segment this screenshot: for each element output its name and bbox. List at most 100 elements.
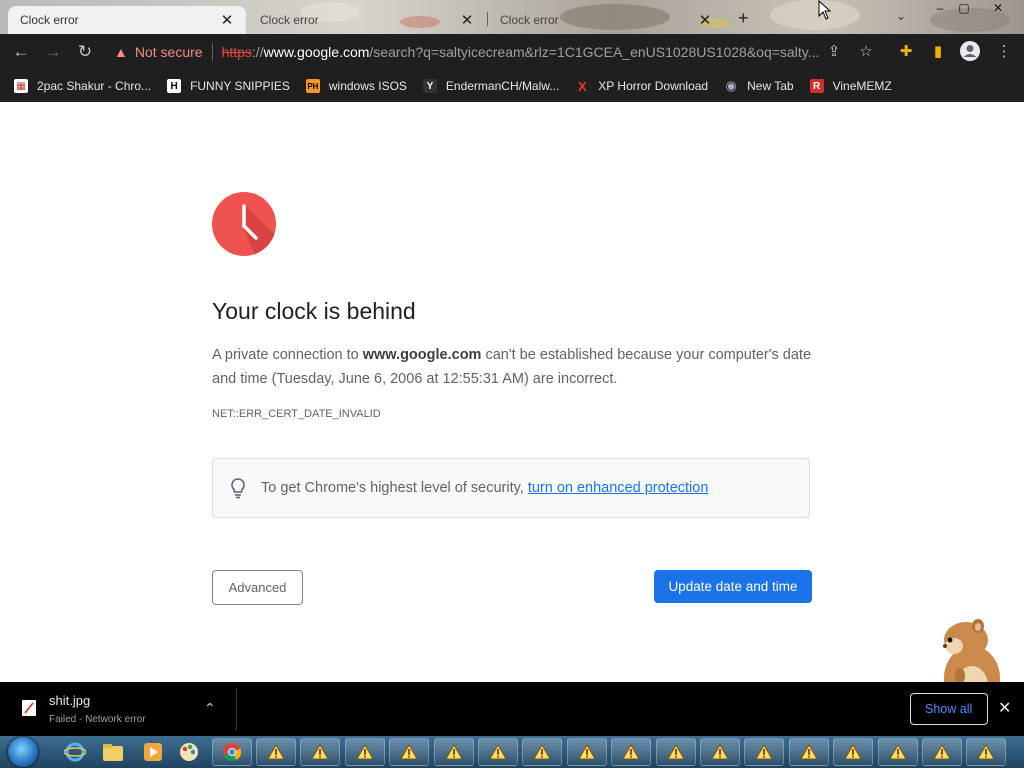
lightbulb-icon [231, 478, 245, 499]
taskbar-warning-window-icon[interactable] [300, 738, 341, 766]
taskbar-warning-window-icon[interactable] [433, 738, 474, 766]
explorer-icon[interactable] [100, 739, 126, 765]
bookmark-label: 2pac Shakur - Chro... [37, 79, 152, 93]
bookmark-label: New Tab [747, 79, 794, 93]
tab-close-icon[interactable]: ✕ [220, 11, 234, 29]
tab-clock-error-3[interactable]: Clock error ✕ [488, 6, 724, 34]
error-description: A private connection to www.google.com c… [212, 343, 812, 391]
windows-taskbar [0, 736, 1024, 768]
bookmark-endermanch[interactable]: Y EndermanCH/Malw... [422, 79, 560, 93]
bookmark-favicon-icon: R [809, 79, 824, 93]
bookmark-label: FUNNY SNIPPIES [190, 79, 290, 93]
taskbar-warning-window-icon[interactable] [788, 738, 829, 766]
reload-icon[interactable]: ↻ [74, 42, 96, 64]
bookmarks-bar: ▦ 2pac Shakur - Chro... H FUNNY SNIPPIES… [0, 70, 1024, 102]
tab-clock-error-1[interactable]: Clock error ✕ [8, 6, 246, 34]
taskbar-warning-window-icon[interactable] [566, 738, 607, 766]
bookmark-label: VineMEMZ [832, 79, 892, 93]
taskbar-warning-window-icon[interactable] [344, 738, 385, 766]
enhanced-protection-link[interactable]: turn on enhanced protection [528, 480, 709, 496]
start-button-icon[interactable] [8, 737, 38, 767]
taskbar-warning-window-icon[interactable] [833, 738, 874, 766]
update-date-time-button[interactable]: Update date and time [654, 570, 812, 603]
maximize-icon[interactable]: ▢ [952, 0, 976, 16]
error-page: Your clock is behind A private connectio… [0, 102, 1024, 712]
share-icon[interactable]: ⇪ [824, 42, 844, 62]
forward-icon[interactable]: → [42, 42, 64, 64]
back-icon[interactable]: ← [10, 42, 32, 64]
minimize-icon[interactable]: ‒ [928, 0, 952, 16]
taskbar-warning-window-icon[interactable] [389, 738, 430, 766]
tab-close-icon[interactable]: ✕ [460, 11, 474, 29]
desc-host: www.google.com [362, 347, 482, 363]
taskbar-warning-window-icon[interactable] [922, 738, 962, 766]
close-download-shelf-icon[interactable]: ✕ [998, 698, 1011, 718]
taskbar-warning-window-icon[interactable] [655, 738, 696, 766]
window-close-icon[interactable]: ✕ [986, 0, 1010, 16]
clock-icon [212, 192, 276, 256]
tab-clock-error-2[interactable]: Clock error ✕ [248, 6, 486, 34]
taskbar-warning-window-icon[interactable] [744, 738, 785, 766]
show-all-button[interactable]: Show all [910, 693, 988, 725]
bookmark-xp-horror[interactable]: X XP Horror Download [575, 78, 709, 94]
bookmark-new-tab[interactable]: ◉ New Tab [724, 78, 794, 93]
paint-icon[interactable] [176, 739, 202, 765]
bookmark-favicon-icon: H [167, 79, 182, 93]
taskbar-warning-window-icon[interactable] [877, 738, 918, 766]
mouse-cursor-icon [818, 0, 832, 20]
browser-toolbar: ← → ↻ ▲ Not secure https://www.google.co… [0, 34, 1024, 70]
download-filename[interactable]: shit.jpg [49, 693, 90, 708]
url-host: www.google.com [263, 44, 370, 60]
url-path: /search?q=saltyicecream&rlz=1C1GCEA_enUS… [369, 44, 820, 60]
tab-search-icon[interactable]: ⌄ [896, 9, 906, 23]
tab-title: Clock error [260, 13, 319, 27]
tip-text: To get Chrome's highest level of securit… [261, 480, 524, 496]
desc-prefix: A private connection to [212, 347, 363, 363]
enhanced-protection-tip: To get Chrome's highest level of securit… [212, 458, 810, 518]
download-divider [236, 688, 237, 730]
bookmark-favicon-icon: ▦ [14, 79, 28, 93]
bookmark-favicon-icon: X [577, 78, 587, 94]
taskbar-warning-window-icon[interactable] [611, 738, 652, 766]
extensions-icon[interactable]: ✚ [896, 42, 916, 62]
profile-avatar-icon[interactable] [959, 40, 981, 62]
taskbar-warning-window-icon[interactable] [478, 738, 518, 766]
omnibox-divider [211, 43, 213, 61]
bookmark-favicon-icon: ◉ [725, 78, 737, 93]
bookmark-vinememz[interactable]: R VineMEMZ [809, 79, 892, 93]
tab-close-icon[interactable]: ✕ [698, 11, 712, 29]
taskbar-warning-window-icon[interactable] [522, 738, 563, 766]
download-shelf: shit.jpg Failed - Network error ⌃ Show a… [0, 682, 1024, 736]
side-panel-icon[interactable]: ▮ [928, 42, 948, 62]
ie-icon[interactable] [62, 739, 88, 765]
bookmark-windows-isos[interactable]: PH windows ISOS [305, 79, 407, 93]
bookmark-favicon-icon: PH [305, 79, 320, 93]
bookmark-star-icon[interactable]: ☆ [856, 42, 876, 62]
taskbar-warning-window-icon[interactable] [700, 738, 740, 766]
download-status: Failed - Network error [49, 714, 146, 725]
page-title: Your clock is behind [212, 298, 416, 324]
bookmark-label: EndermanCH/Malw... [445, 79, 560, 93]
media-player-icon[interactable] [140, 739, 166, 765]
bookmark-funny-snippies[interactable]: H FUNNY SNIPPIES [167, 79, 290, 93]
chevron-up-icon[interactable]: ⌃ [204, 700, 216, 717]
bookmark-favicon-icon: Y [422, 79, 437, 93]
taskbar-warning-window-icon[interactable] [256, 738, 296, 766]
menu-icon[interactable]: ⋮ [994, 42, 1014, 62]
advanced-button[interactable]: Advanced [212, 570, 303, 605]
bookmark-label: XP Horror Download [598, 79, 709, 93]
bookmark-label: windows ISOS [328, 79, 407, 93]
chrome-icon[interactable] [212, 738, 252, 766]
security-label[interactable]: Not secure [135, 44, 203, 60]
tab-title: Clock error [20, 13, 79, 27]
warning-icon[interactable]: ▲ [114, 44, 128, 60]
bookmark-2pac[interactable]: ▦ 2pac Shakur - Chro... [14, 79, 151, 93]
taskbar-warning-window-icon[interactable] [966, 738, 1007, 766]
new-tab-icon[interactable]: + [738, 8, 749, 29]
url-slashes: :// [251, 44, 264, 60]
file-icon [22, 700, 36, 716]
url-scheme: https [221, 44, 252, 60]
error-code[interactable]: NET::ERR_CERT_DATE_INVALID [212, 408, 381, 420]
address-bar[interactable]: ▲ Not secure https://www.google.com/sear… [104, 38, 884, 66]
tab-title: Clock error [500, 13, 559, 27]
